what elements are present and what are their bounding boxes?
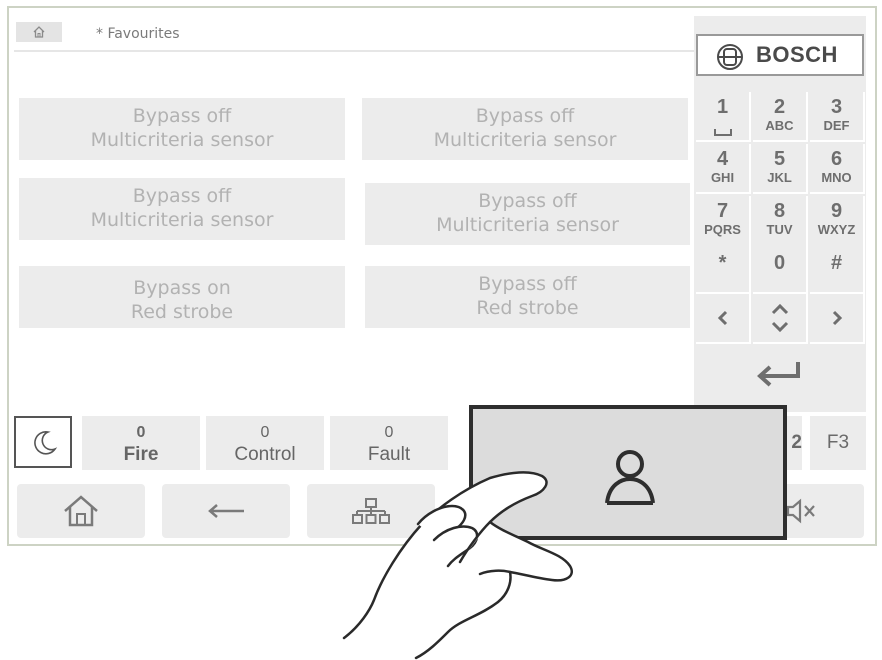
key-letters: TUV <box>766 222 793 237</box>
key-letters: WXYZ <box>817 222 856 237</box>
key-right[interactable] <box>810 294 865 344</box>
title-bar: * Favourites <box>14 20 694 52</box>
tile-status: Bypass off <box>475 105 575 127</box>
tile-status: Bypass off <box>478 273 577 295</box>
bosch-armature-icon <box>717 44 743 70</box>
key-digit: * <box>718 252 727 274</box>
chevron-right-icon <box>832 310 842 326</box>
key-0[interactable]: 0 <box>753 244 808 294</box>
day-night-button[interactable] <box>14 416 72 468</box>
key-digit: 8 <box>773 200 786 222</box>
up-down-icon <box>771 303 788 333</box>
fire-label: Fire <box>123 444 159 465</box>
key-letters: JKL <box>767 170 792 185</box>
key-digit: 1 <box>716 96 729 118</box>
fault-counter[interactable]: 0 Fault <box>330 416 448 470</box>
fault-label: Fault <box>367 444 411 465</box>
key-digit: 3 <box>830 96 843 118</box>
pointing-hand-icon <box>342 471 573 660</box>
key-8[interactable]: 8 TUV <box>753 196 808 246</box>
tile-status: Bypass off <box>478 190 577 212</box>
key-letters: MNO <box>821 170 852 185</box>
key-3[interactable]: 3 DEF <box>810 92 865 142</box>
f3-label: F3 <box>826 432 850 453</box>
key-digit: 7 <box>716 200 729 222</box>
favourite-tile-4[interactable]: Bypass off Multicriteria sensor <box>365 183 690 245</box>
nav-back-button[interactable] <box>162 484 290 538</box>
home-icon <box>33 26 45 38</box>
favourite-tile-1[interactable]: Bypass off Multicriteria sensor <box>19 98 345 160</box>
key-4[interactable]: 4 GHI <box>696 144 751 194</box>
tile-element: Red strobe <box>130 301 234 323</box>
logo-text: BOSCH <box>756 42 838 67</box>
control-label: Control <box>234 444 296 465</box>
f3-key[interactable]: F3 <box>810 416 866 470</box>
key-digit: 4 <box>716 148 729 170</box>
fire-counter[interactable]: 0 Fire <box>82 416 200 470</box>
fire-count: 0 <box>136 424 146 441</box>
tile-element: Multicriteria sensor <box>90 209 274 231</box>
tile-element: Multicriteria sensor <box>90 129 274 151</box>
key-left[interactable] <box>696 294 751 344</box>
f2-label: 2 <box>791 432 802 453</box>
tile-element: Multicriteria sensor <box>436 214 619 236</box>
key-5[interactable]: 5 JKL <box>753 144 808 194</box>
key-letters: GHI <box>710 170 735 185</box>
key-1[interactable]: 1 <box>696 92 751 142</box>
key-digit: # <box>830 252 843 274</box>
tile-status: Bypass off <box>132 105 232 127</box>
key-7[interactable]: 7 PQRS <box>696 196 751 246</box>
fault-count: 0 <box>384 424 394 441</box>
user-icon <box>605 450 655 505</box>
tile-element: Multicriteria sensor <box>433 129 617 151</box>
favourite-tile-5[interactable]: Bypass on Red strobe <box>19 266 345 328</box>
favourite-tile-6[interactable]: Bypass off Red strobe <box>365 266 690 328</box>
key-letters: PQRS <box>704 222 741 237</box>
key-6[interactable]: 6 MNO <box>810 144 865 194</box>
tile-element: Red strobe <box>476 297 579 319</box>
enter-key[interactable] <box>696 344 864 406</box>
tile-status: Bypass off <box>132 185 232 207</box>
nav-home-button[interactable] <box>17 484 145 538</box>
home-tab[interactable] <box>16 22 62 42</box>
key-digit: 2 <box>773 96 786 118</box>
control-counter[interactable]: 0 Control <box>206 416 324 470</box>
key-hash[interactable]: # <box>810 244 865 294</box>
control-count: 0 <box>260 424 270 441</box>
key-letters: ABC <box>765 118 794 133</box>
key-digit: 0 <box>773 252 786 274</box>
tile-status: Bypass on <box>133 277 231 299</box>
key-digit: 6 <box>830 148 843 170</box>
chevron-left-icon <box>717 310 727 326</box>
key-up-down[interactable] <box>753 294 808 344</box>
favourite-tile-3[interactable]: Bypass off Multicriteria sensor <box>19 178 345 240</box>
brand-logo: BOSCH <box>696 34 864 76</box>
key-9[interactable]: 9 WXYZ <box>810 196 865 246</box>
back-arrow-icon <box>208 504 244 518</box>
favourite-tile-2[interactable]: Bypass off Multicriteria sensor <box>362 98 688 160</box>
home-icon <box>64 495 98 527</box>
page-title: * Favourites <box>96 26 180 42</box>
key-digit: 9 <box>830 200 843 222</box>
moon-icon <box>34 431 58 455</box>
key-digit: 5 <box>773 148 786 170</box>
key-2[interactable]: 2 ABC <box>753 92 808 142</box>
space-icon <box>713 129 732 136</box>
key-star[interactable]: * <box>696 244 751 294</box>
enter-icon <box>757 362 800 387</box>
key-letters: DEF <box>823 118 850 133</box>
